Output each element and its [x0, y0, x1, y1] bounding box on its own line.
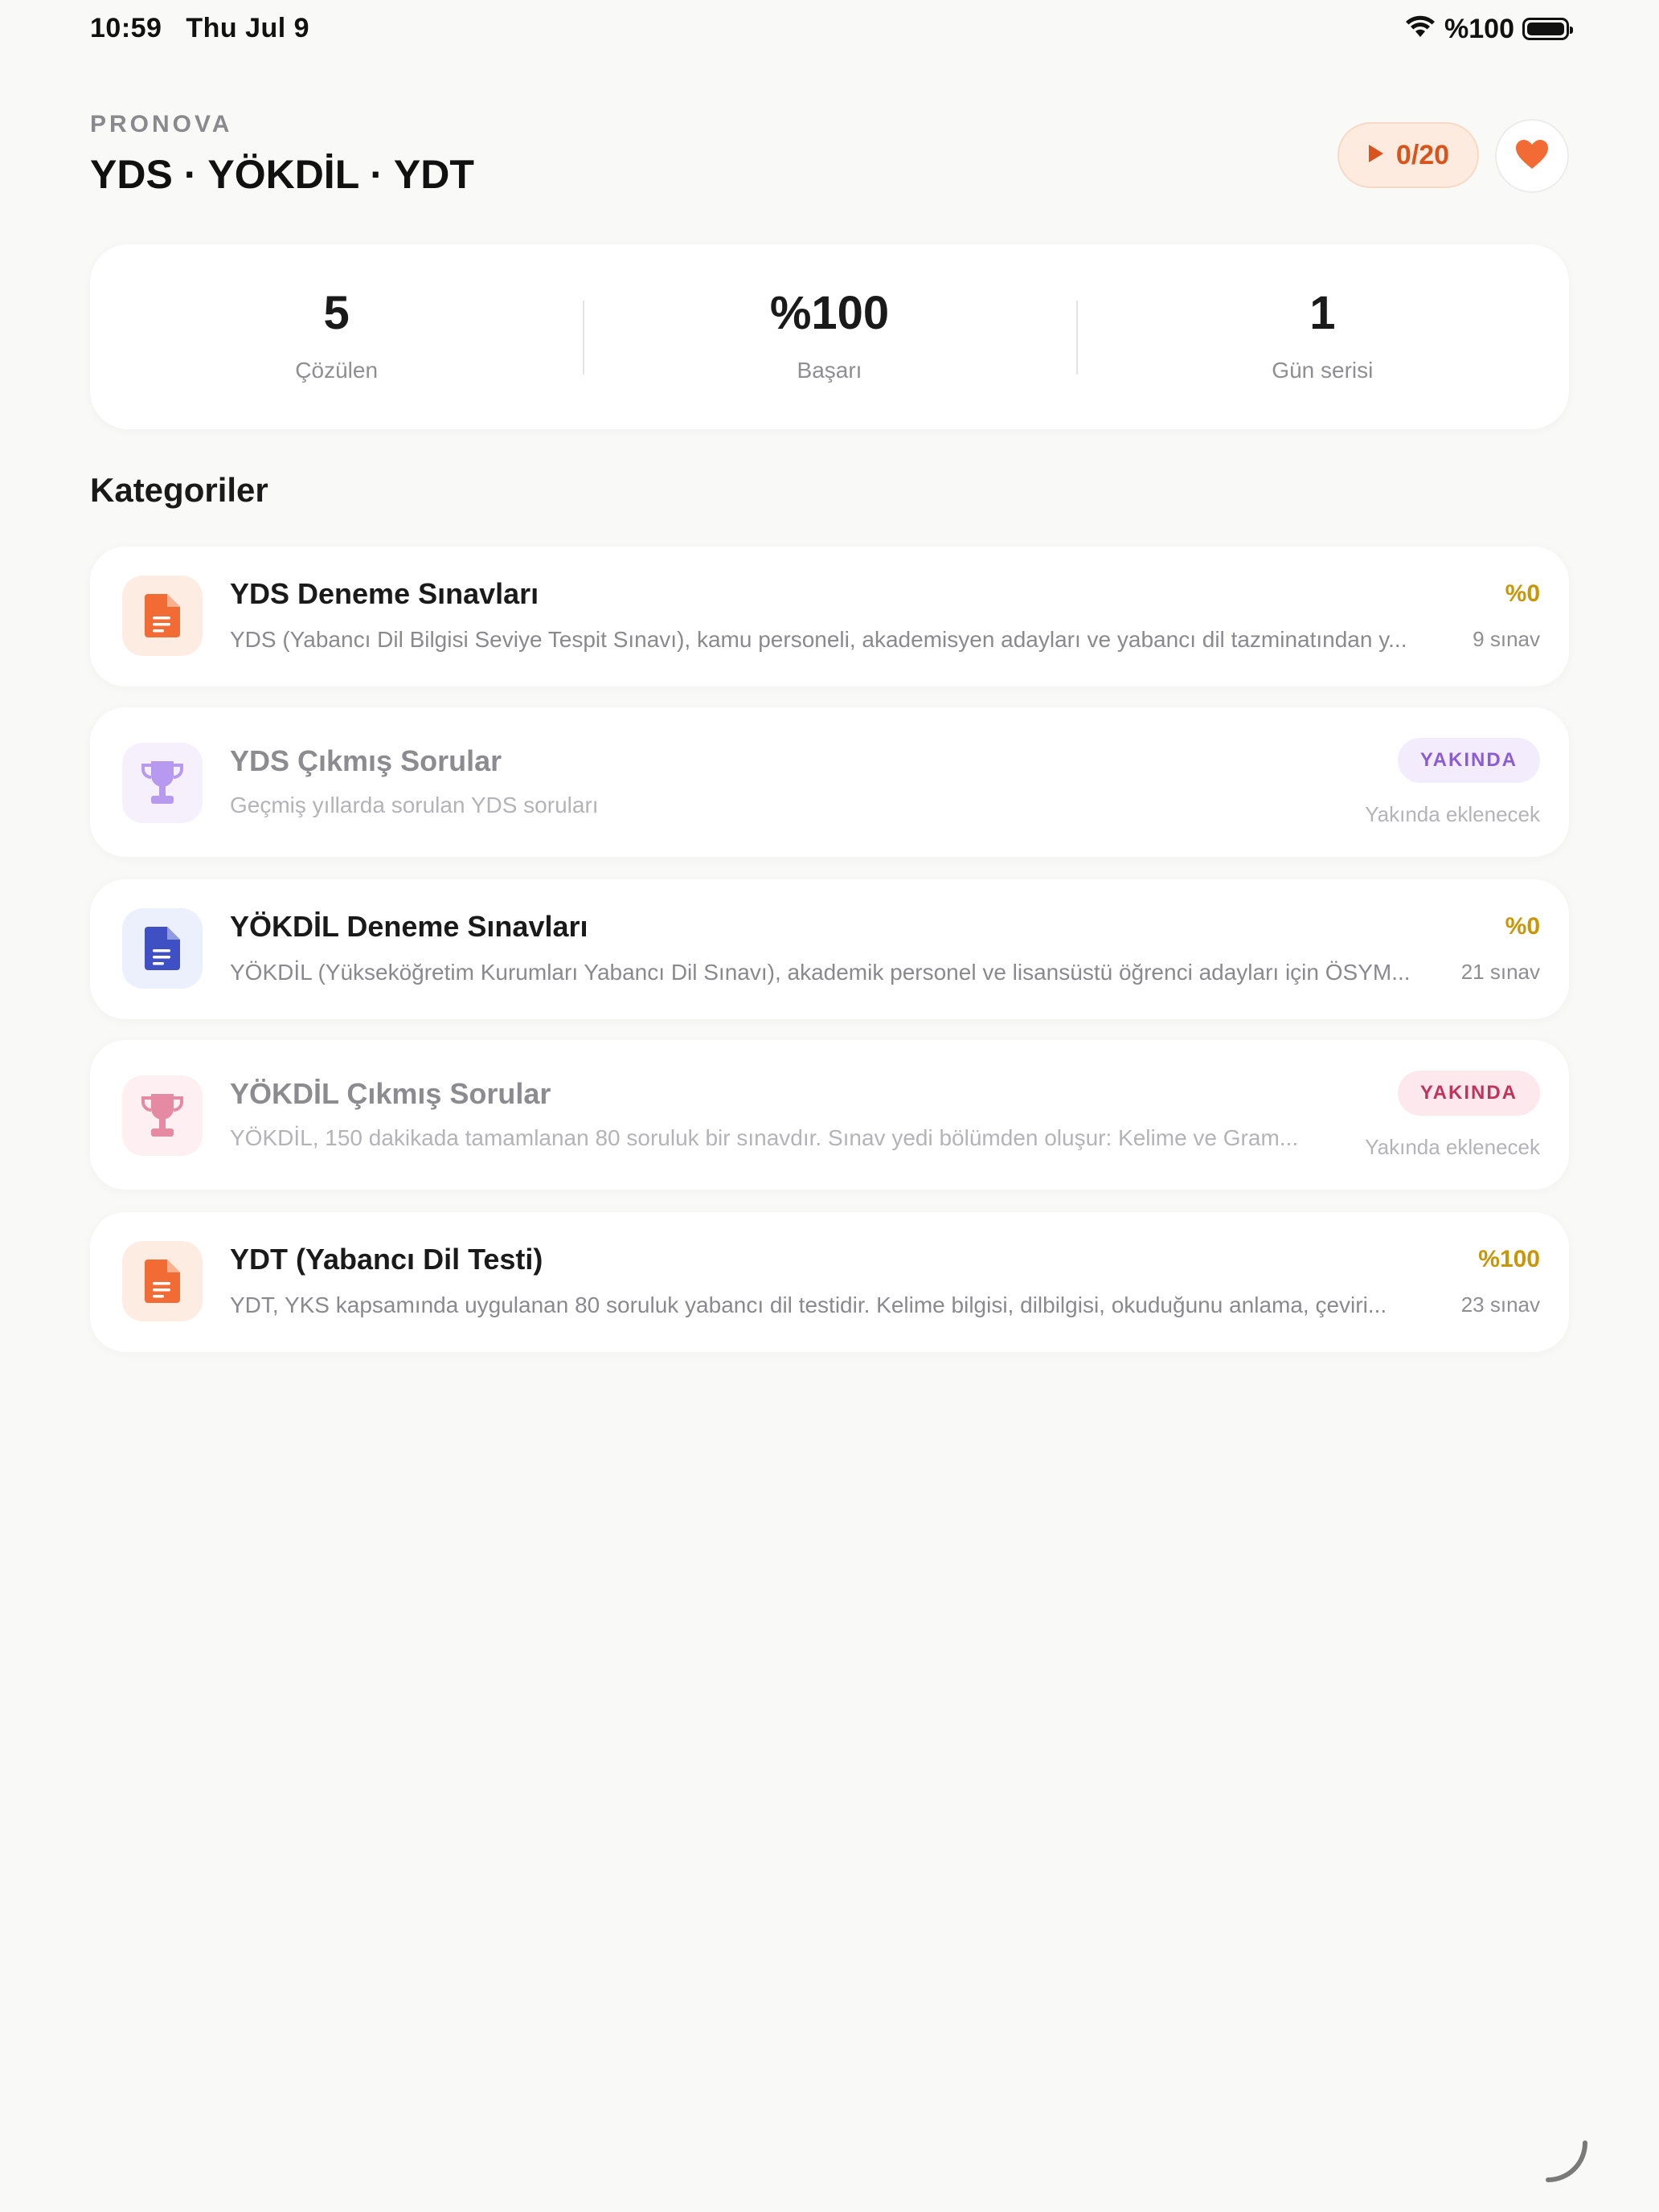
- progress-count: 0/20: [1395, 139, 1450, 170]
- document-icon: [122, 908, 203, 989]
- status-date: Thu Jul 9: [186, 13, 310, 43]
- brand-label: PRONOVA: [90, 111, 233, 137]
- coming-soon-badge: YAKINDA: [1397, 1071, 1540, 1116]
- status-right: %100: [1404, 11, 1573, 47]
- category-percent: %100: [1478, 1246, 1540, 1272]
- document-icon: [122, 1241, 203, 1321]
- category-count: 9 sınav: [1473, 627, 1540, 651]
- trophy-icon: [122, 743, 203, 823]
- category-card-yokdil-cikmis[interactable]: YÖKDİL Çıkmış Sorular YÖKDİL, 150 dakika…: [90, 1040, 1569, 1190]
- category-card-yds-cikmis[interactable]: YDS Çıkmış Sorular Geçmiş yıllarda sorul…: [90, 707, 1569, 857]
- category-title: YDS Deneme Sınavları: [230, 577, 539, 610]
- category-title: YDS Çıkmış Sorular: [230, 744, 502, 777]
- coming-soon-badge: YAKINDA: [1397, 738, 1540, 783]
- trophy-icon: [122, 1075, 203, 1156]
- stat-solved: 5 Çözülen: [90, 244, 583, 429]
- stat-value: 5: [323, 286, 350, 339]
- category-description: YDS (Yabancı Dil Bilgisi Seviye Tespit S…: [230, 627, 1407, 652]
- status-time-value: 10:59: [90, 13, 162, 43]
- category-title: YÖKDİL Çıkmış Sorular: [230, 1077, 551, 1110]
- category-title: YDT (Yabancı Dil Testi): [230, 1243, 543, 1276]
- category-card-ydt[interactable]: YDT (Yabancı Dil Testi) YDT, YKS kapsamı…: [90, 1212, 1569, 1352]
- battery-icon: [1522, 18, 1573, 40]
- category-description: YDT, YKS kapsamında uygulanan 80 soruluk…: [230, 1292, 1387, 1317]
- stat-label: Çözülen: [295, 357, 379, 383]
- status-time: 10:59 Thu Jul 9: [90, 13, 309, 44]
- category-percent: %0: [1505, 580, 1540, 607]
- section-title: Kategoriler: [90, 471, 268, 509]
- status-bar: 10:59 Thu Jul 9 %100: [0, 0, 1659, 61]
- page-title: YDS · YÖKDİL · YDT: [90, 152, 474, 197]
- resize-handle-icon[interactable]: [1543, 2138, 1591, 2186]
- document-icon: [122, 576, 203, 656]
- category-title: YÖKDİL Deneme Sınavları: [230, 910, 588, 943]
- daily-progress-button[interactable]: 0/20: [1337, 122, 1479, 188]
- coming-soon-text: Yakında eklenecek: [1365, 1135, 1540, 1159]
- stat-value: %100: [769, 286, 890, 339]
- category-description: YÖKDİL, 150 dakikada tamamlanan 80 sorul…: [230, 1125, 1299, 1150]
- category-card-yokdil-deneme[interactable]: YÖKDİL Deneme Sınavları YÖKDİL (Yükseköğ…: [90, 879, 1569, 1019]
- stats-card: 5 Çözülen %100 Başarı 1 Gün serisi: [90, 244, 1569, 429]
- category-count: 23 sınav: [1460, 1292, 1540, 1317]
- battery-percent: %100: [1444, 13, 1514, 44]
- favorites-button[interactable]: [1495, 119, 1569, 193]
- category-percent: %0: [1505, 913, 1540, 940]
- coming-soon-text: Yakında eklenecek: [1365, 802, 1540, 826]
- category-description: Geçmiş yıllarda sorulan YDS soruları: [230, 793, 599, 817]
- stat-label: Gün serisi: [1272, 357, 1374, 383]
- category-count: 21 sınav: [1460, 960, 1540, 984]
- wifi-icon: [1404, 15, 1436, 43]
- stat-streak: 1 Gün serisi: [1075, 244, 1569, 429]
- play-icon: [1367, 140, 1385, 171]
- heart-icon: [1514, 138, 1550, 174]
- stat-value: 1: [1309, 286, 1336, 339]
- stat-label: Başarı: [797, 357, 862, 383]
- category-description: YÖKDİL (Yükseköğretim Kurumları Yabancı …: [230, 960, 1411, 985]
- stat-success: %100 Başarı: [583, 244, 1075, 429]
- category-card-yds-deneme[interactable]: YDS Deneme Sınavları YDS (Yabancı Dil Bi…: [90, 547, 1569, 686]
